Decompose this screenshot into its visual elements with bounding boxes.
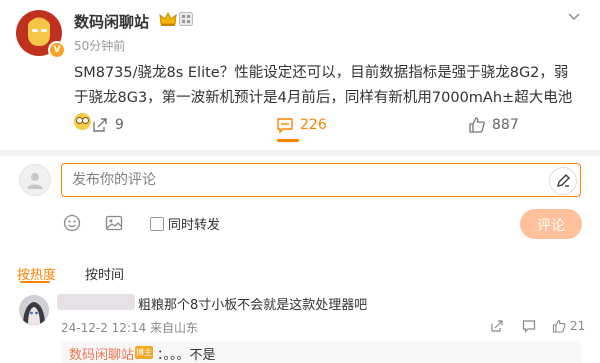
comment-text: 粗粮那个8寸小板不会就是这款处理器吧 bbox=[138, 298, 368, 313]
submit-comment-button[interactable]: 评论 bbox=[520, 209, 582, 239]
comment-like-button[interactable]: 21 bbox=[552, 319, 585, 333]
comment-meta: 24-12-2 12:14 来自山东 bbox=[61, 321, 199, 335]
tab-sort-by-time[interactable]: 按时间 bbox=[85, 264, 124, 283]
comment-tab-underline bbox=[277, 139, 299, 142]
reply-icon[interactable] bbox=[522, 319, 536, 333]
author-badge: 博主 bbox=[135, 346, 153, 359]
pen-icon bbox=[557, 174, 570, 187]
post-timestamp[interactable]: 50分钟前 bbox=[74, 37, 125, 54]
anime-avatar-icon bbox=[19, 295, 49, 325]
glasses-face-emoji-icon bbox=[74, 113, 91, 130]
also-repost-checkbox[interactable] bbox=[150, 217, 164, 231]
author-name[interactable]: 数码闲聊站 bbox=[74, 11, 149, 32]
default-user-icon bbox=[27, 173, 43, 189]
comment-like-count: 21 bbox=[570, 319, 586, 333]
chevron-down-icon[interactable] bbox=[566, 8, 582, 24]
member-grid-icon bbox=[179, 12, 193, 26]
comment-icon bbox=[277, 118, 293, 134]
image-icon[interactable] bbox=[105, 214, 123, 232]
comment-input-box[interactable] bbox=[61, 163, 581, 197]
also-repost-label[interactable]: 同时转发 bbox=[168, 214, 220, 233]
comment-input[interactable] bbox=[62, 164, 522, 196]
like-count: 887 bbox=[492, 117, 519, 133]
post-text-content: SM8735/骁龙8s Elite？性能设定还可以，目前数据指标是强于骁龙8G2… bbox=[74, 65, 573, 106]
current-user-avatar[interactable] bbox=[19, 164, 51, 196]
emoji-icon[interactable] bbox=[63, 214, 81, 232]
like-button[interactable]: 887 bbox=[468, 116, 519, 134]
reply-author[interactable]: 数码闲聊站 bbox=[69, 344, 134, 363]
active-tab-underline bbox=[20, 281, 50, 283]
comment-button[interactable]: 226 bbox=[276, 116, 327, 134]
section-divider bbox=[0, 150, 600, 156]
reply-text: ：。。。不是 bbox=[157, 348, 216, 363]
thumbs-up-icon bbox=[469, 117, 485, 133]
repost-count: 9 bbox=[115, 117, 124, 133]
repost-icon bbox=[93, 118, 107, 132]
commenter-avatar[interactable] bbox=[19, 295, 49, 325]
thumbs-up-icon bbox=[552, 319, 566, 333]
repost-button[interactable]: 9 bbox=[91, 116, 124, 134]
crown-icon bbox=[159, 11, 177, 26]
verified-badge-icon: V bbox=[48, 41, 66, 59]
comment-count: 226 bbox=[300, 117, 327, 133]
handwrite-button[interactable] bbox=[549, 167, 577, 195]
share-icon[interactable] bbox=[490, 319, 504, 333]
commenter-name-redacted bbox=[57, 294, 135, 310]
